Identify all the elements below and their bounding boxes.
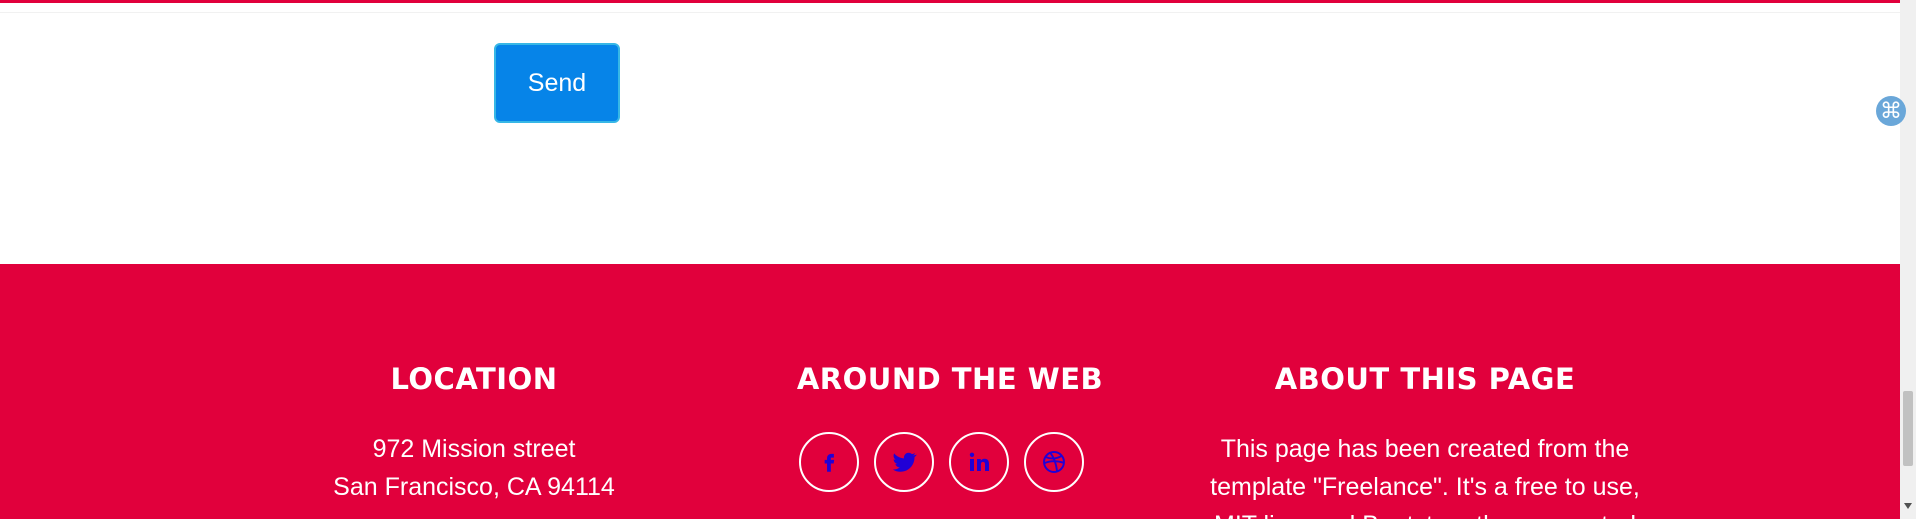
page: Send LOCATION 972 Mission street San Fra… bbox=[0, 0, 1900, 522]
around-the-web-title: AROUND THE WEB bbox=[796, 362, 1104, 396]
facebook-button[interactable] bbox=[799, 432, 859, 492]
linkedin-icon bbox=[969, 452, 989, 471]
twitter-icon bbox=[892, 452, 917, 472]
twitter-button[interactable] bbox=[874, 432, 934, 492]
about-text: This page has been created from the temp… bbox=[1185, 430, 1665, 522]
footer: LOCATION 972 Mission street San Francisc… bbox=[0, 264, 1900, 522]
send-button[interactable]: Send bbox=[494, 43, 620, 123]
top-divider bbox=[0, 0, 1900, 3]
scrollbar-thumb[interactable] bbox=[1903, 391, 1913, 466]
dribbble-button[interactable] bbox=[1024, 432, 1084, 492]
about-line-1: This page has been created from the bbox=[1220, 435, 1630, 463]
command-icon[interactable]: ⌘ bbox=[1876, 96, 1906, 126]
scroll-down-arrow-icon[interactable] bbox=[1904, 503, 1912, 509]
social-links bbox=[799, 432, 1084, 492]
top-subdivider bbox=[0, 12, 1900, 13]
about-line-2: template "Freelance". It's a free to use… bbox=[1210, 473, 1640, 501]
dribbble-icon bbox=[1043, 451, 1065, 473]
address-line-2: San Francisco, CA 94114 bbox=[333, 473, 615, 501]
about-title: ABOUT THIS PAGE bbox=[1274, 362, 1576, 396]
location-title: LOCATION bbox=[390, 362, 558, 396]
facebook-icon bbox=[824, 453, 835, 472]
address-line-1: 972 Mission street bbox=[372, 435, 576, 463]
linkedin-button[interactable] bbox=[949, 432, 1009, 492]
location-address: 972 Mission street San Francisco, CA 941… bbox=[234, 430, 714, 506]
vertical-scrollbar[interactable] bbox=[1900, 0, 1916, 522]
